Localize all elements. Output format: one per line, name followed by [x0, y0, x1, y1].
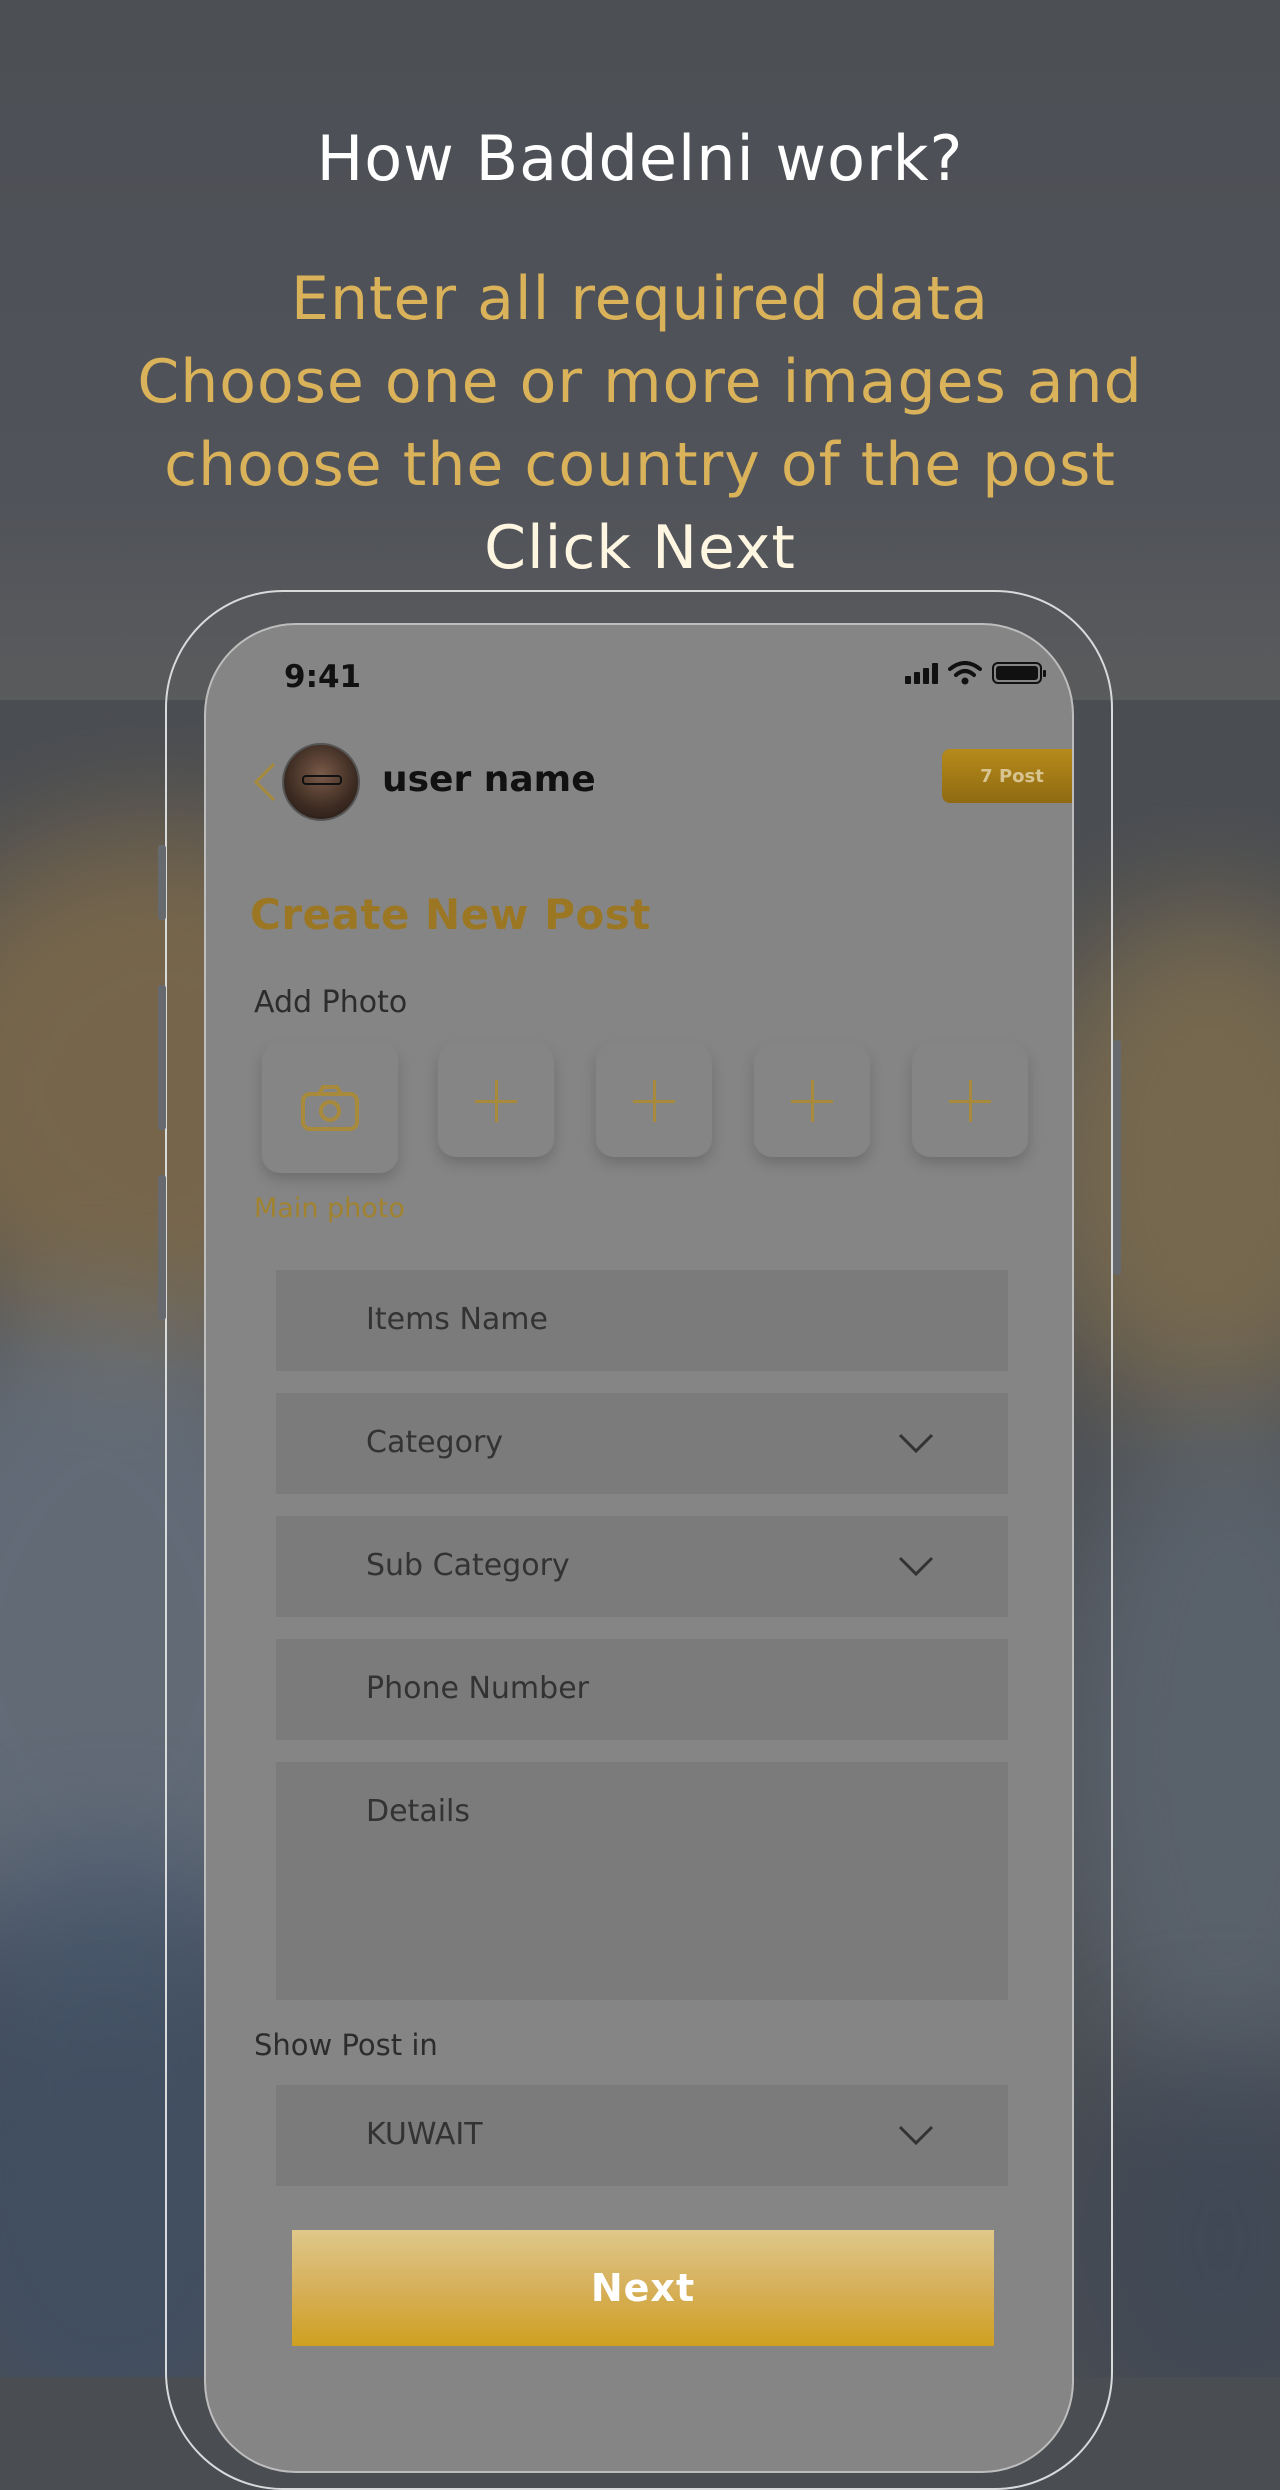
add-photo-slot-4[interactable]	[912, 1045, 1028, 1157]
page-heading: How Baddelni work?	[316, 122, 964, 195]
show-post-in-label: Show Post in	[254, 2028, 438, 2062]
chevron-down-icon	[898, 1556, 934, 1577]
post-count-badge[interactable]: 7 Post	[942, 749, 1072, 803]
phone-volume-up-button	[158, 985, 166, 1130]
avatar[interactable]	[282, 743, 360, 821]
instruction-line-1: Enter all required data	[291, 264, 989, 334]
category-placeholder: Category	[366, 1425, 504, 1460]
details-placeholder: Details	[366, 1794, 471, 1829]
phone-number-placeholder: Phone Number	[366, 1671, 589, 1706]
phone-screen: 9:41 user name 7 Post Create New Post Ad…	[204, 623, 1074, 2473]
next-button[interactable]: Next	[292, 2230, 994, 2346]
phone-power-button	[1113, 1040, 1121, 1275]
camera-icon	[301, 1085, 359, 1131]
country-select[interactable]: KUWAIT	[276, 2085, 1008, 2186]
add-photo-slot-1[interactable]	[438, 1045, 554, 1157]
phone-mute-button	[158, 845, 166, 920]
phone-number-field[interactable]: Phone Number	[276, 1639, 1008, 1740]
instructions: Enter all required data Choose one or mo…	[0, 258, 1280, 590]
instruction-line-4: Click Next	[484, 513, 796, 583]
sub-category-select[interactable]: Sub Category	[276, 1516, 1008, 1617]
category-select[interactable]: Category	[276, 1393, 1008, 1494]
signal-icon	[905, 662, 938, 684]
add-photo-slot-3[interactable]	[754, 1045, 870, 1157]
page-title: Create New Post	[250, 890, 651, 939]
items-name-field[interactable]: Items Name	[276, 1270, 1008, 1371]
add-photo-slot-2[interactable]	[596, 1045, 712, 1157]
main-photo-button[interactable]	[262, 1043, 398, 1173]
sub-category-placeholder: Sub Category	[366, 1548, 570, 1583]
items-name-placeholder: Items Name	[366, 1302, 548, 1337]
status-icons	[905, 661, 1046, 685]
plus-icon	[475, 1080, 517, 1122]
phone-volume-down-button	[158, 1175, 166, 1320]
wifi-icon	[948, 661, 982, 685]
plus-icon	[791, 1080, 833, 1122]
main-photo-label: Main photo	[254, 1193, 405, 1224]
add-photo-label: Add Photo	[254, 985, 408, 1020]
user-name: user name	[382, 759, 596, 800]
instruction-line-2: Choose one or more images and	[137, 347, 1143, 417]
status-time: 9:41	[284, 659, 362, 695]
plus-icon	[949, 1080, 991, 1122]
instruction-line-3: choose the country of the post	[164, 430, 1116, 500]
back-chevron-icon[interactable]	[244, 760, 284, 804]
chevron-down-icon	[898, 1433, 934, 1454]
details-textarea[interactable]: Details	[276, 1762, 1008, 2000]
chevron-down-icon	[898, 2125, 934, 2146]
plus-icon	[633, 1080, 675, 1122]
battery-icon	[992, 662, 1046, 684]
country-value: KUWAIT	[366, 2117, 483, 2152]
